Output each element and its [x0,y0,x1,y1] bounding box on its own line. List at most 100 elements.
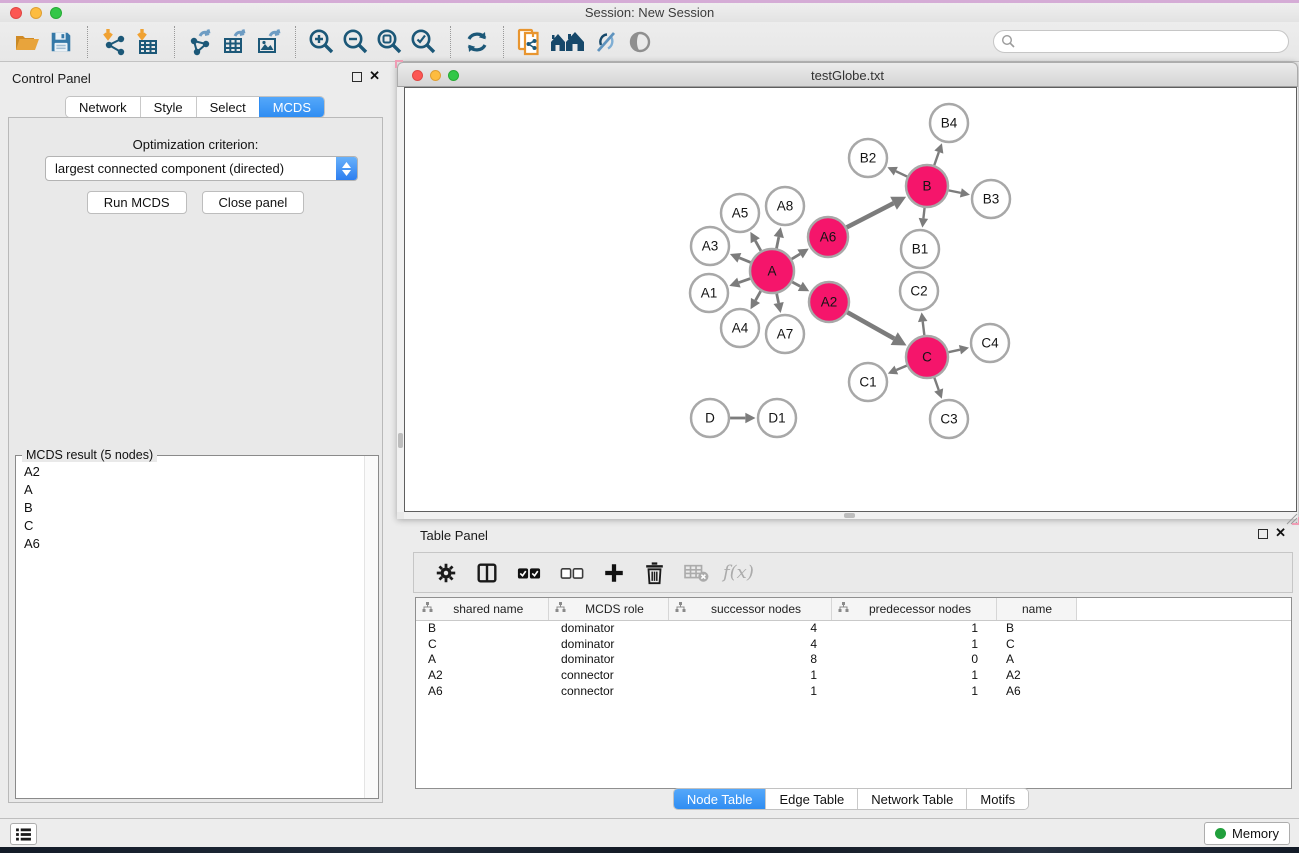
table-cell[interactable]: 4 [668,620,831,636]
node-A5[interactable]: A5 [721,194,759,232]
float-panel-icon[interactable] [352,72,362,82]
table-cell[interactable]: A [996,651,1076,667]
zoom-selected-icon[interactable] [407,26,441,58]
tab-select[interactable]: Select [196,97,259,117]
edge-C-C4[interactable] [948,350,959,353]
refresh-icon[interactable] [460,26,494,58]
export-network-icon[interactable] [184,26,218,58]
node-A1[interactable]: A1 [690,274,728,312]
node-A7[interactable]: A7 [766,315,804,353]
edge-A-A4[interactable] [755,291,760,300]
result-list-item[interactable]: A [17,480,363,498]
result-list-item[interactable]: A6 [17,534,363,552]
close-panel-button[interactable]: Close panel [202,191,305,214]
edge-A-A1[interactable] [739,279,750,283]
table-cell[interactable]: 1 [831,683,996,699]
table-cell[interactable]: C [996,636,1076,652]
task-history-button[interactable] [10,823,37,845]
table-cell[interactable]: dominator [548,620,668,636]
node-A3[interactable]: A3 [691,227,729,265]
node-table[interactable]: shared nameMCDS rolesuccessor nodesprede… [415,597,1292,789]
table-cell[interactable]: 1 [831,636,996,652]
node-D[interactable]: D [691,399,729,437]
edge-C-C3[interactable] [934,378,938,390]
edge-C-C2[interactable] [923,322,925,336]
hide-annotations-icon[interactable] [589,26,623,58]
table-cell[interactable]: 1 [831,667,996,683]
result-list-item[interactable]: C [17,516,363,534]
edge-B-B1[interactable] [923,208,924,219]
tab-network-table[interactable]: Network Table [857,789,966,809]
network-horizontal-scrollbar[interactable] [404,512,1297,519]
table-cell[interactable]: dominator [548,651,668,667]
criterion-dropdown[interactable]: largest connected component (directed) [45,156,358,181]
table-row[interactable]: Adominator80A [416,651,1291,667]
edge-A-A8[interactable] [777,237,779,248]
deselect-all-icon[interactable] [559,561,585,585]
node-B[interactable]: B [906,165,948,207]
edge-B-B2[interactable] [896,171,907,176]
table-cell[interactable]: B [416,620,548,636]
table-cell[interactable]: connector [548,683,668,699]
edge-C-C1[interactable] [896,366,906,370]
tab-motifs[interactable]: Motifs [966,789,1028,809]
node-A4[interactable]: A4 [721,309,759,347]
table-cell[interactable]: 1 [831,620,996,636]
select-all-icon[interactable] [516,561,542,585]
column-header-MCDS-role[interactable]: MCDS role [548,598,668,620]
export-image-icon[interactable] [252,26,286,58]
node-C4[interactable]: C4 [971,324,1009,362]
add-column-icon[interactable] [602,561,626,585]
function-builder-icon[interactable]: f(x) [723,562,754,583]
table-row[interactable]: Cdominator41C [416,636,1291,652]
zoom-in-icon[interactable] [305,26,339,58]
node-A6[interactable]: A6 [808,217,848,257]
edge-A-A6[interactable] [792,254,800,259]
split-columns-icon[interactable] [475,561,499,585]
edge-A-A5[interactable] [755,241,761,251]
tab-mcds[interactable]: MCDS [259,97,324,117]
table-cell[interactable]: 8 [668,651,831,667]
save-session-icon[interactable] [44,26,78,58]
edge-B-B4[interactable] [934,152,939,165]
table-row[interactable]: Bdominator41B [416,620,1291,636]
node-A[interactable]: A [750,249,794,293]
node-A2[interactable]: A2 [809,282,849,322]
tab-node-table[interactable]: Node Table [674,789,766,809]
node-C2[interactable]: C2 [900,272,938,310]
open-session-icon[interactable] [10,26,44,58]
table-cell[interactable]: C [416,636,548,652]
table-cell[interactable]: 0 [831,651,996,667]
network-graph[interactable]: B4B2BB3A5A8A6A3B1AA1C2A2A4A7CC4C1C3DD1 [405,88,1297,512]
zoom-fit-icon[interactable] [373,26,407,58]
table-row[interactable]: A2connector11A2 [416,667,1291,683]
edge-B-B3[interactable] [949,190,961,192]
table-cell[interactable]: A2 [996,667,1076,683]
duplicate-network-icon[interactable] [513,26,547,58]
search-input[interactable] [1016,34,1288,49]
tab-edge-table[interactable]: Edge Table [765,789,857,809]
table-cell[interactable]: B [996,620,1076,636]
close-panel-icon[interactable]: ✕ [369,69,380,83]
search-field[interactable] [993,30,1289,53]
import-table-icon[interactable] [131,26,165,58]
node-A8[interactable]: A8 [766,187,804,225]
delete-icon[interactable] [643,561,666,585]
memory-button[interactable]: Memory [1204,822,1290,845]
mcds-result-list[interactable]: A2ABCA6 [17,462,363,797]
eye-icon[interactable] [623,26,657,58]
column-header-predecessor-nodes[interactable]: predecessor nodes [831,598,996,620]
network-window-titlebar[interactable]: testGlobe.txt [397,62,1298,87]
network-vertical-scrollbar[interactable] [397,87,404,512]
edge-A-A3[interactable] [739,258,750,263]
gear-icon[interactable] [434,561,458,585]
export-table-icon[interactable] [218,26,252,58]
float-table-panel-icon[interactable] [1258,529,1268,539]
run-mcds-button[interactable]: Run MCDS [87,191,187,214]
tab-network[interactable]: Network [66,97,140,117]
result-list-scrollbar[interactable] [364,456,378,798]
node-B1[interactable]: B1 [901,230,939,268]
table-cell[interactable]: 4 [668,636,831,652]
node-C[interactable]: C [906,336,948,378]
network-canvas[interactable]: B4B2BB3A5A8A6A3B1AA1C2A2A4A7CC4C1C3DD1 [404,87,1297,512]
